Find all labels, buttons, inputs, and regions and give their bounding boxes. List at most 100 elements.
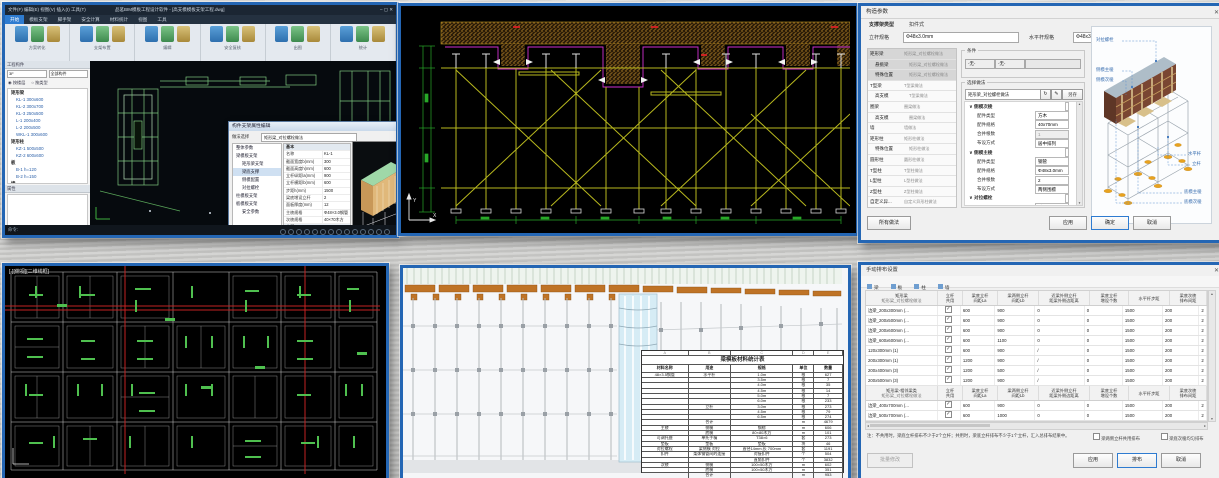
component-tree-item[interactable]: 墙: [8, 180, 87, 184]
property-row[interactable]: 步距h(mm)1500: [284, 188, 350, 195]
method-prop-row[interactable]: 配件类型方木: [965, 111, 1077, 120]
pole-spec-combo[interactable]: Φ48x3.0mm: [903, 32, 1019, 43]
shared-checkbox[interactable]: [938, 306, 961, 315]
status-toggle-icons[interactable]: [280, 227, 392, 237]
ribbon-tab[interactable]: 开始: [5, 15, 24, 24]
column-header[interactable]: 梁底次棱排布间距: [1170, 291, 1207, 305]
component-tree-item[interactable]: B-1 h=120: [8, 166, 87, 173]
beam-row[interactable]: 200x500mm (3) 1200 900 / 0 1500 200 2: [866, 376, 1207, 386]
save-as-button[interactable]: 另存: [1062, 89, 1083, 100]
arrange-button[interactable]: 排布: [1117, 453, 1157, 468]
dialog-tree-item[interactable]: 梁底支撑: [233, 168, 281, 176]
component-tree-item[interactable]: KZ-2 600x600: [8, 152, 87, 159]
category-row[interactable]: 矩形柱矩形柱做法: [868, 134, 956, 145]
ribbon-group[interactable]: 出图: [266, 24, 331, 61]
ok-button[interactable]: 确定: [1091, 216, 1129, 230]
beam-elevation-canvas[interactable]: YX: [401, 6, 850, 227]
component-tree-item[interactable]: KL-2 300x700: [8, 103, 87, 110]
category-row[interactable]: 矩形梁矩形梁_对拉螺栓做法: [868, 49, 956, 60]
component-tree-item[interactable]: B-2 h=150: [8, 173, 87, 180]
beam-row[interactable]: 边梁_200x600mm (... 600 900 0 0 1500 200 2: [866, 326, 1207, 336]
ribbon-group[interactable]: 支架布置: [70, 24, 135, 61]
ribbon-group-icons[interactable]: [204, 26, 262, 42]
property-row[interactable]: 立杆纵距la(mm)900: [284, 173, 350, 180]
shared-checkbox[interactable]: [938, 356, 961, 365]
category-row[interactable]: 悬挑梁矩形梁_对拉螺栓做法: [868, 60, 956, 71]
ribbon-group-icons[interactable]: [8, 26, 66, 42]
beam-row[interactable]: 200x400mm (3) 1200 500 / 0 1500 200 2: [866, 366, 1207, 376]
method-prop-row[interactable]: 布设方式居中排列: [965, 139, 1077, 148]
property-row[interactable]: 主棱规格Φ48×3.0钢管: [284, 210, 350, 217]
method-grid-scrollbar[interactable]: ▴ ▾: [1076, 101, 1083, 206]
method-prop-row[interactable]: 合并根数1: [965, 130, 1077, 139]
method-prop-row[interactable]: ∨ 侧模次棱: [965, 102, 1077, 111]
tool-icon[interactable]: [226, 26, 239, 42]
component-tree-item[interactable]: L-1 200x400: [8, 117, 87, 124]
ribbon-tab[interactable]: 模板支架: [24, 15, 52, 24]
apply-button[interactable]: 应用: [1073, 453, 1113, 468]
dialog-tree-item[interactable]: 板模板支架: [233, 200, 281, 208]
method-combo[interactable]: 矩形梁_对拉螺栓做法: [261, 133, 357, 142]
horizontal-scrollbar[interactable]: ◂ ▸: [865, 422, 1208, 430]
cad-canvas[interactable]: 构件支架属性编辑 ✕ 做法选择 矩形梁_对拉螺栓做法 整体参数梁模板支架矩形梁支…: [90, 61, 396, 225]
column-header[interactable]: 梁两侧立杆间距Lb: [998, 386, 1039, 400]
method-prop-row[interactable]: ∨ 侧模主棱: [965, 148, 1077, 157]
tool-icon[interactable]: [145, 26, 158, 42]
apply-button[interactable]: 应用: [1049, 216, 1087, 230]
column-header[interactable]: 立杆共用: [938, 291, 963, 305]
ribbon-tab[interactable]: 视图: [133, 15, 152, 24]
vertical-scrollbar[interactable]: ▴ ▾: [1208, 290, 1216, 422]
shared-checkbox[interactable]: [938, 411, 961, 420]
method-prop-row[interactable]: ∨ 对拉螺栓: [965, 194, 1077, 203]
method-prop-row[interactable]: 配件类型对拉螺栓: [965, 203, 1077, 206]
checkbox-even-sub[interactable]: 梁底次棱均匀排布: [1161, 433, 1204, 442]
radio-by-floor[interactable]: ◉ 按楼层: [8, 80, 25, 86]
beam-row[interactable]: 边梁_400x700mm (... 600 900 0 0 1500 200 2: [866, 401, 1207, 411]
ribbon-group[interactable]: 统计: [331, 24, 396, 61]
method-prop-row[interactable]: 配件规格Φ48x3.0mm: [965, 166, 1077, 175]
method-prop-row[interactable]: 配件规格40x70mm: [965, 120, 1077, 129]
checkbox-shared-poles[interactable]: 梁两侧立杆共用排布: [1093, 433, 1140, 442]
dialog-tree-item[interactable]: 矩形梁支架: [233, 160, 281, 168]
radio-by-type[interactable]: ○ 按类型: [31, 80, 47, 86]
dialog-tree-item[interactable]: 对拉螺栓: [233, 184, 281, 192]
dialog-tree-item[interactable]: 柱模板支架: [233, 192, 281, 200]
tool-icon[interactable]: [275, 26, 288, 42]
category-row[interactable]: 自定义异...自定义异形柱做法: [868, 197, 956, 208]
command-prompt[interactable]: 命令:: [8, 227, 18, 232]
refresh-icon[interactable]: ↻: [1040, 89, 1051, 100]
tool-icon[interactable]: [307, 26, 320, 42]
component-tree-item[interactable]: 板: [8, 159, 87, 166]
condition-combo-2[interactable]: -无-: [995, 59, 1025, 69]
tool-icon[interactable]: [47, 26, 60, 42]
tool-icon[interactable]: [96, 26, 109, 42]
beam-row[interactable]: 120x300mm (1) 600 900 / 0 1500 200 2: [866, 346, 1207, 356]
dialog-3d-preview[interactable]: [352, 141, 396, 225]
viewport-controls-label[interactable]: [-][俯视][二维线框]: [9, 268, 49, 275]
cancel-button[interactable]: 取消: [1161, 453, 1201, 468]
component-tree-item[interactable]: WKL-1 300x600: [8, 131, 87, 138]
property-row[interactable]: 截面高度h(mm)600: [284, 166, 350, 173]
tool-icon[interactable]: [210, 26, 223, 42]
component-tree-item[interactable]: KL-1 300x600: [8, 96, 87, 103]
column-header[interactable]: 梁底立杆间距La: [963, 386, 998, 400]
edit-icon[interactable]: ✎: [1051, 89, 1062, 100]
column-header[interactable]: 近梁外侧立杆距梁外侧边距离: [1039, 386, 1090, 400]
formwork-plan-canvas[interactable]: [5, 266, 380, 474]
cad-menubar[interactable]: 文件(F) 编辑(E) 视图(V) 插入(I) 工具(T): [8, 5, 86, 15]
property-row[interactable]: 截面宽度b(mm)300: [284, 159, 350, 166]
cad-window-buttons[interactable]: ‒ ▢ ✕: [380, 5, 393, 15]
category-row[interactable]: 墙墙做法: [868, 123, 956, 134]
ribbon-group-icons[interactable]: [73, 26, 131, 42]
category-row[interactable]: 圆形柱圆形柱做法: [868, 155, 956, 166]
condition-value-field[interactable]: [1025, 59, 1081, 69]
column-header[interactable]: 水平杆步距: [1129, 386, 1170, 400]
ribbon-tab[interactable]: 材料统计: [105, 15, 133, 24]
beam-row[interactable]: 边梁_500x700mm (... 600 1000 0 0 1500 200 …: [866, 411, 1207, 421]
category-row[interactable]: 高支模T型梁做法: [868, 91, 956, 102]
shared-checkbox[interactable]: [938, 316, 961, 325]
category-row[interactable]: 特殊位置矩形梁_对拉螺栓做法: [868, 70, 956, 81]
type-combo[interactable]: 全部构件: [49, 70, 89, 78]
tool-icon[interactable]: [177, 26, 190, 42]
tool-icon[interactable]: [15, 26, 28, 42]
